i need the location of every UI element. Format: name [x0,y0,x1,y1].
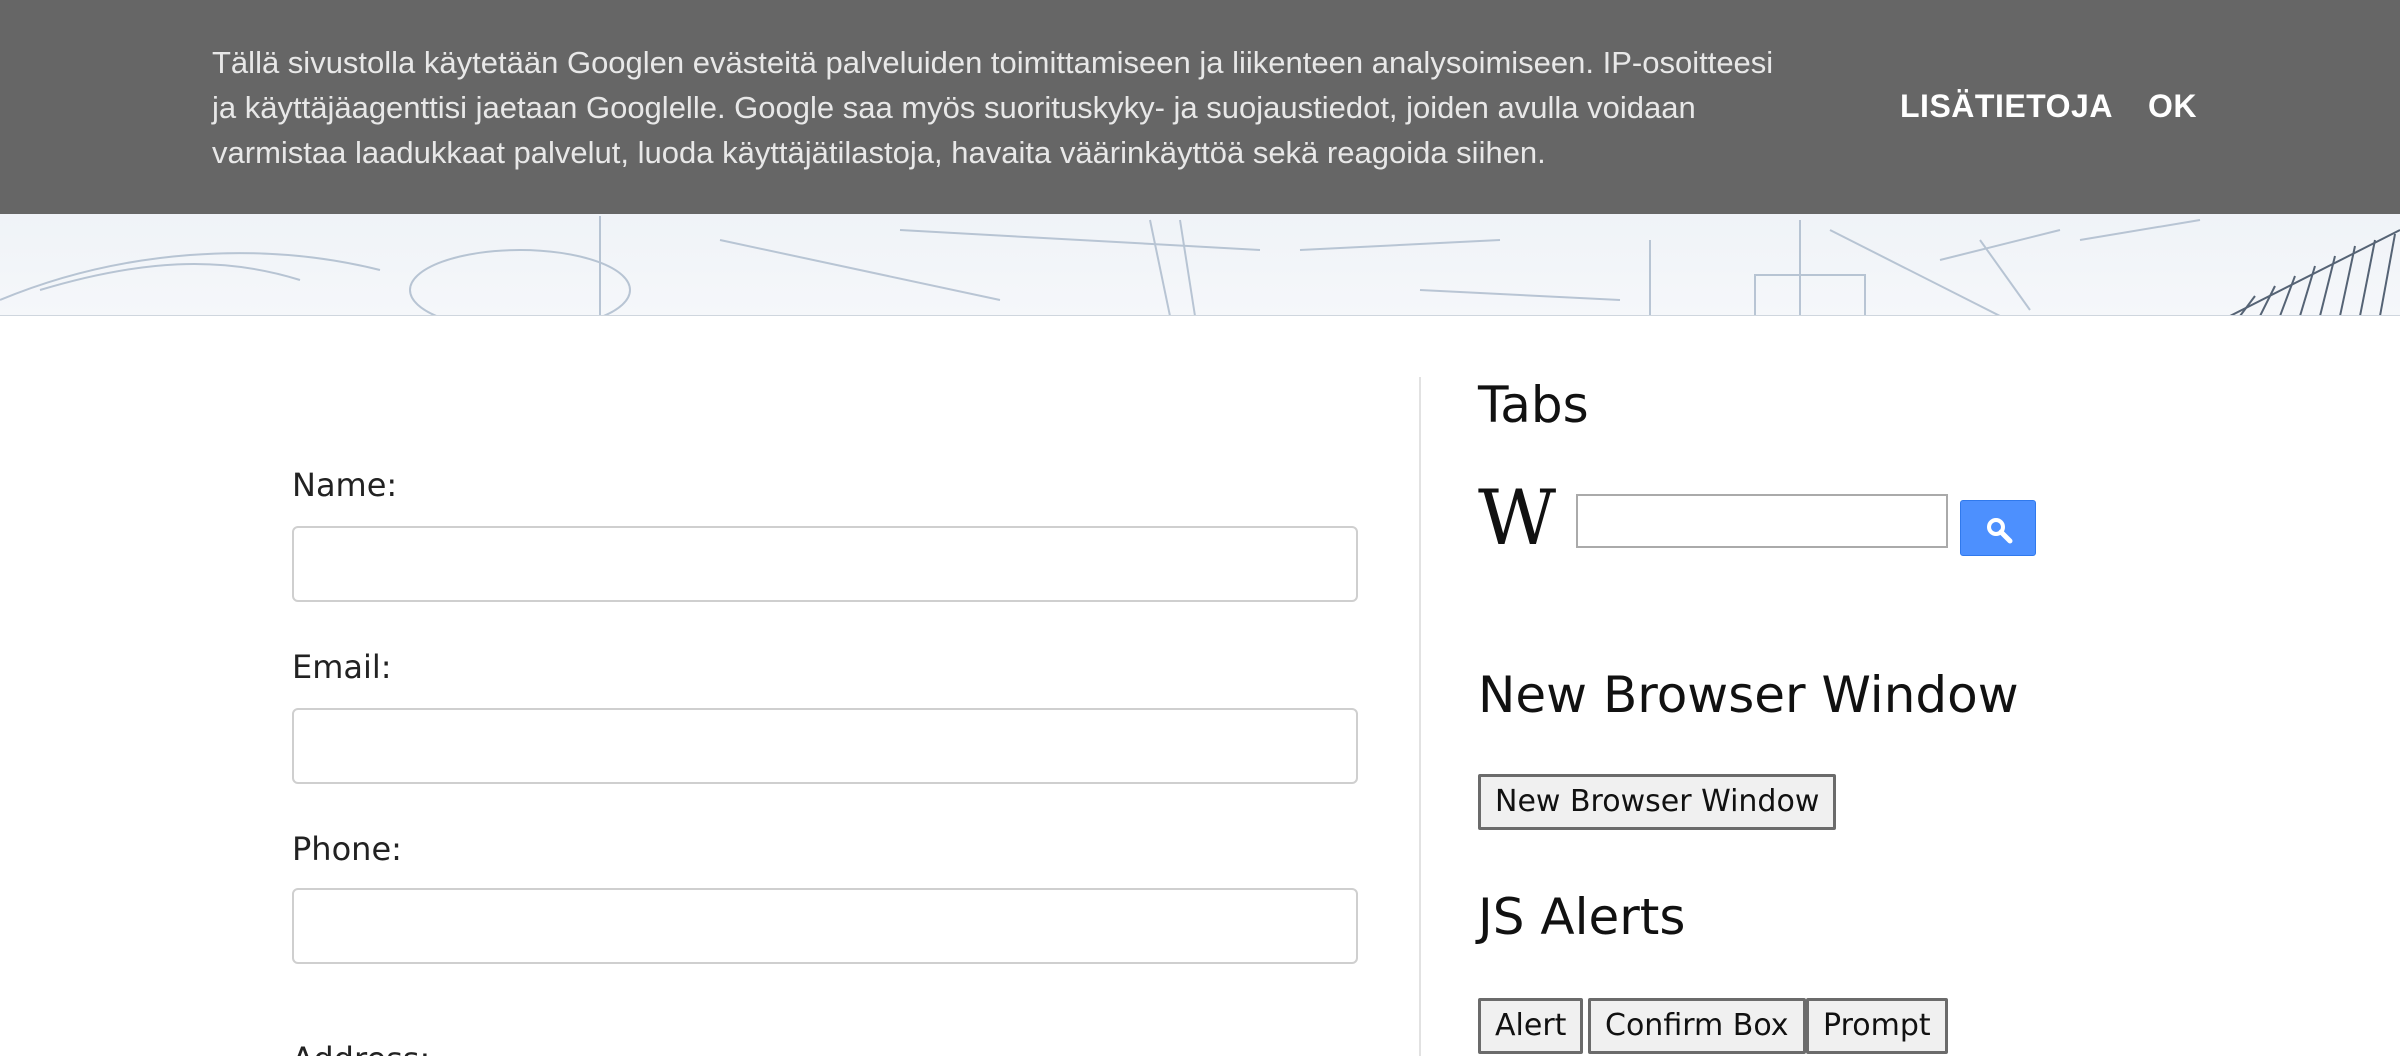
wikipedia-search-button[interactable] [1960,500,2036,556]
search-icon [1987,518,2013,544]
name-input[interactable] [292,526,1358,602]
prompt-button[interactable]: Prompt [1806,998,1948,1054]
name-label: Name: [292,466,398,504]
address-label: Address: [292,1040,430,1056]
cookie-consent-bar: Tällä sivustolla käytetään Googlen eväst… [0,0,2400,214]
email-input[interactable] [292,708,1358,784]
new-browser-window-title: New Browser Window [1478,666,2019,724]
alert-button[interactable]: Alert [1478,998,1584,1054]
wikipedia-search-input[interactable] [1576,494,1948,548]
cookie-ok-button[interactable]: OK [2148,88,2197,125]
confirm-box-button[interactable]: Confirm Box [1588,998,1806,1054]
phone-input[interactable] [292,888,1358,964]
phone-label: Phone: [292,830,402,868]
new-browser-window-button[interactable]: New Browser Window [1478,774,1837,830]
more-info-link[interactable]: LISÄTIETOJA [1900,88,2113,125]
js-alerts-title: JS Alerts [1478,888,1686,946]
wikipedia-logo: W [1478,473,1556,562]
column-divider [1419,377,1421,1056]
cookie-consent-text: Tällä sivustolla käytetään Googlen eväst… [212,45,1774,170]
tabs-title: Tabs [1478,376,1589,434]
email-label: Email: [292,648,392,686]
